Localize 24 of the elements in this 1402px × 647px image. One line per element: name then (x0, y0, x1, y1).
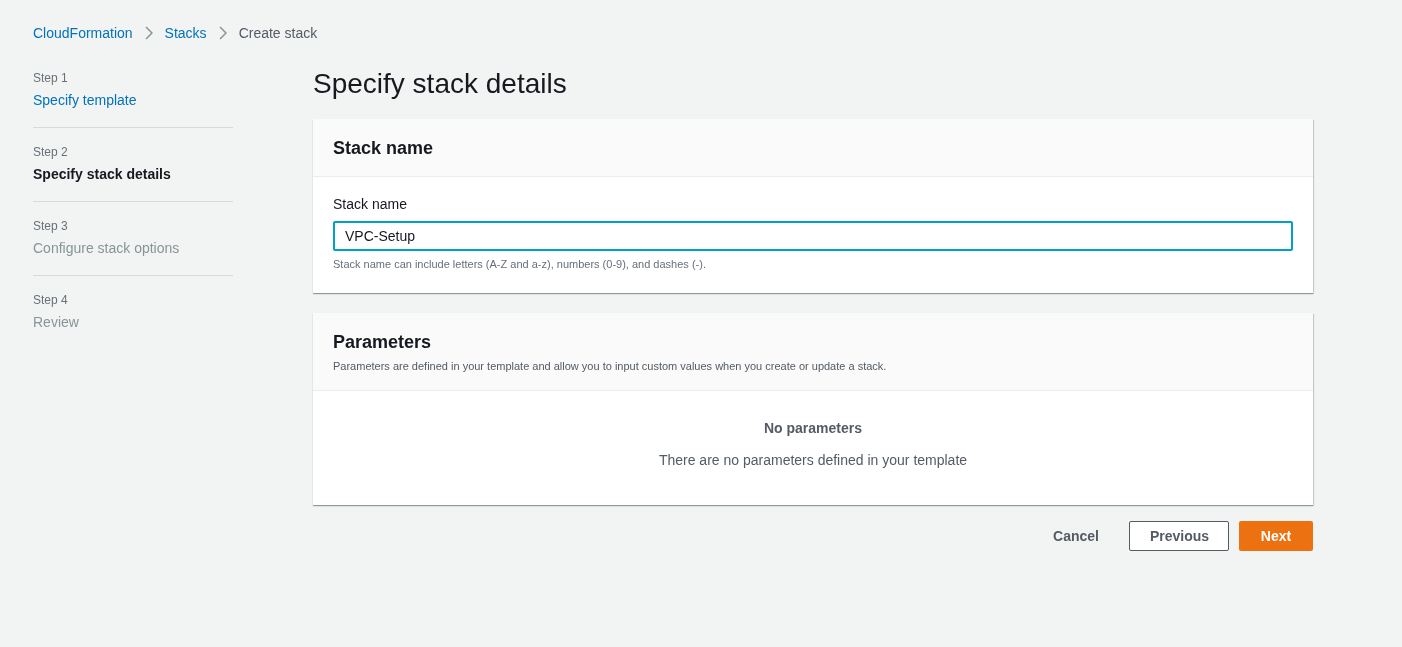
panel-description: Parameters are defined in your template and allow you to input custom values when you create or update a stack. (333, 358, 888, 374)
step-title[interactable]: Specify stack details (33, 164, 233, 184)
step-number: Step 1 (33, 70, 69, 86)
field-hint: Stack name can include letters (A-Z and a-z), numbers (0-9), and dashes (-). (333, 257, 707, 272)
breadcrumb-current: Create stack (238, 24, 318, 43)
cancel-button[interactable]: Cancel (1033, 520, 1119, 551)
step-number: Step 2 (33, 144, 69, 160)
panel-title: Parameters (333, 330, 433, 354)
step-title: Configure stack options (33, 239, 181, 258)
step-number: Step 4 (33, 292, 69, 308)
chevron-right-icon (144, 26, 153, 40)
empty-title: No parameters (763, 418, 862, 438)
chevron-right-icon (218, 26, 227, 40)
stack-name-input[interactable]: VPC-Setup (333, 221, 1293, 251)
step-title: Review (33, 313, 80, 332)
empty-text: There are no parameters defined in your template (658, 450, 968, 470)
breadcrumb-link[interactable]: CloudFormation (33, 23, 133, 43)
previous-button[interactable]: Previous (1129, 520, 1229, 551)
step-number: Step 3 (33, 218, 69, 234)
breadcrumb-link[interactable]: Stacks (164, 23, 207, 43)
panel-title: Stack name (333, 136, 434, 160)
field-label: Stack name (333, 195, 408, 214)
page-title: Specify stack details (313, 67, 568, 101)
step-title[interactable]: Specify template (33, 90, 233, 110)
